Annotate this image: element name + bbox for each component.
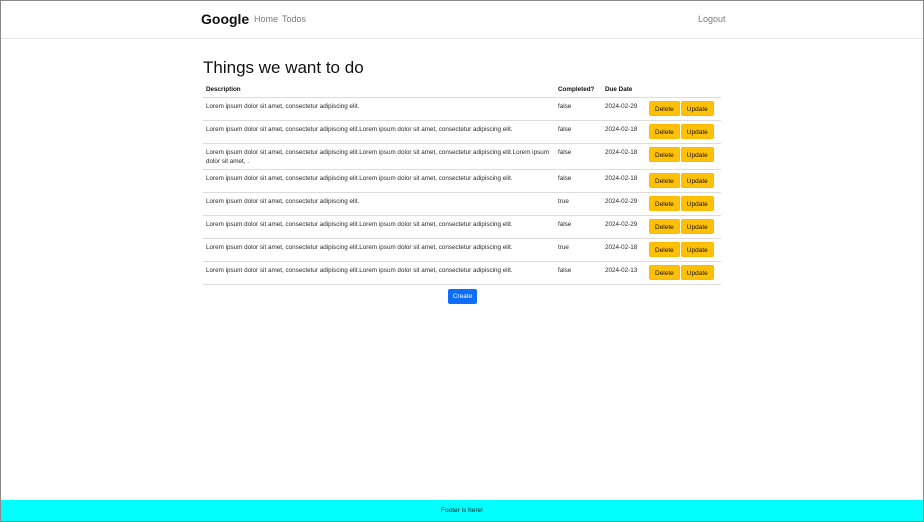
column-header-description: Description	[203, 81, 555, 98]
todo-completed: false	[555, 97, 602, 121]
row-actions: Delete Update	[646, 215, 721, 239]
delete-button[interactable]: Delete	[649, 265, 680, 280]
todo-description: Lorem ipsum dolor sit amet, consectetur …	[203, 192, 555, 216]
column-header-completed: Completed?	[555, 81, 602, 98]
todo-due-date: 2024-02-29	[602, 97, 646, 121]
todo-due-date: 2024-02-18	[602, 169, 646, 193]
delete-button[interactable]: Delete	[649, 101, 680, 116]
row-actions: Delete Update	[646, 143, 721, 170]
todo-completed: true	[555, 238, 602, 262]
logout-link[interactable]: Logout	[698, 14, 726, 24]
todo-description: Lorem ipsum dolor sit amet, consectetur …	[203, 215, 555, 239]
row-actions: Delete Update	[646, 120, 721, 144]
update-button[interactable]: Update	[680, 196, 714, 211]
table-header-row: Description Completed? Due Date	[203, 81, 721, 98]
todo-completed: false	[555, 169, 602, 193]
todo-description: Lorem ipsum dolor sit amet, consectetur …	[203, 238, 555, 262]
table-row: Lorem ipsum dolor sit amet, consectetur …	[203, 169, 721, 193]
row-actions: Delete Update	[646, 97, 721, 121]
table-row: Lorem ipsum dolor sit amet, consectetur …	[203, 97, 721, 121]
update-button[interactable]: Update	[680, 124, 714, 139]
row-actions: Delete Update	[646, 238, 721, 262]
update-button[interactable]: Update	[680, 101, 714, 116]
nav-link-todos[interactable]: Todos	[282, 14, 306, 24]
todo-description: Lorem ipsum dolor sit amet, consectetur …	[203, 169, 555, 193]
todo-description: Lorem ipsum dolor sit amet, consectetur …	[203, 261, 555, 285]
todo-due-date: 2024-02-29	[602, 192, 646, 216]
todo-description: Lorem ipsum dolor sit amet, consectetur …	[203, 143, 555, 170]
todos-table: Description Completed? Due Date Lorem ip…	[203, 81, 721, 285]
todo-description: Lorem ipsum dolor sit amet, consectetur …	[203, 120, 555, 144]
table-row: Lorem ipsum dolor sit amet, consectetur …	[203, 215, 721, 239]
todo-description: Lorem ipsum dolor sit amet, consectetur …	[203, 97, 555, 121]
row-actions: Delete Update	[646, 169, 721, 193]
update-button[interactable]: Update	[680, 265, 714, 280]
todo-due-date: 2024-02-18	[602, 143, 646, 170]
table-row: Lorem ipsum dolor sit amet, consectetur …	[203, 120, 721, 144]
table-row: Lorem ipsum dolor sit amet, consectetur …	[203, 143, 721, 170]
table-row: Lorem ipsum dolor sit amet, consectetur …	[203, 192, 721, 216]
delete-button[interactable]: Delete	[649, 173, 680, 188]
row-actions: Delete Update	[646, 261, 721, 285]
todo-completed: false	[555, 120, 602, 144]
todo-due-date: 2024-02-18	[602, 238, 646, 262]
todo-completed: false	[555, 143, 602, 170]
page-title: Things we want to do	[203, 58, 364, 77]
delete-button[interactable]: Delete	[649, 124, 680, 139]
todo-completed: false	[555, 215, 602, 239]
todo-due-date: 2024-02-18	[602, 120, 646, 144]
todo-due-date: 2024-02-29	[602, 215, 646, 239]
delete-button[interactable]: Delete	[649, 242, 680, 257]
todo-due-date: 2024-02-13	[602, 261, 646, 285]
update-button[interactable]: Update	[680, 173, 714, 188]
create-button[interactable]: Create	[448, 289, 477, 304]
table-row: Lorem ipsum dolor sit amet, consectetur …	[203, 238, 721, 262]
footer: Footer is here!	[1, 500, 923, 521]
update-button[interactable]: Update	[680, 242, 714, 257]
navbar: Google Home Todos Logout	[1, 1, 923, 39]
delete-button[interactable]: Delete	[649, 147, 680, 162]
nav-link-home[interactable]: Home	[254, 14, 278, 24]
brand-logo[interactable]: Google	[201, 11, 249, 27]
column-header-actions	[646, 81, 721, 98]
row-actions: Delete Update	[646, 192, 721, 216]
todo-completed: true	[555, 192, 602, 216]
footer-text: Footer is here!	[441, 507, 483, 514]
delete-button[interactable]: Delete	[649, 219, 680, 234]
update-button[interactable]: Update	[680, 219, 714, 234]
todo-completed: false	[555, 261, 602, 285]
update-button[interactable]: Update	[680, 147, 714, 162]
browser-viewport: Google Home Todos Logout Things we want …	[0, 0, 924, 522]
table-row: Lorem ipsum dolor sit amet, consectetur …	[203, 261, 721, 285]
column-header-due-date: Due Date	[602, 81, 646, 98]
delete-button[interactable]: Delete	[649, 196, 680, 211]
